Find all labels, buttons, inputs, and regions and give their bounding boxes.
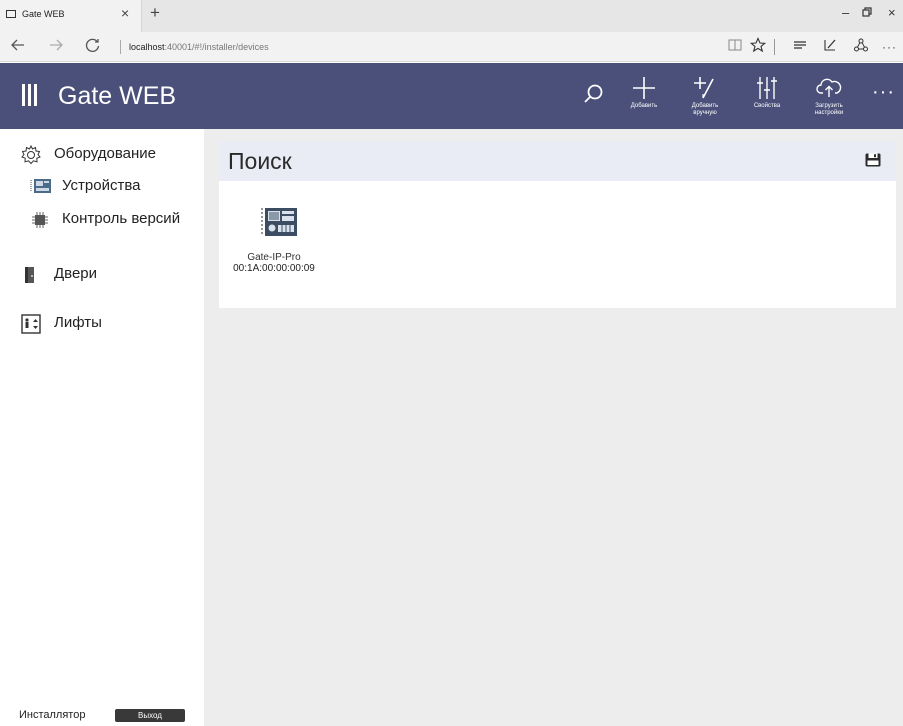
search-panel: Поиск Gate-IP-Pro 00:1A:00:00:00:09: [219, 141, 896, 308]
current-user-label: Инсталлятор: [19, 709, 86, 721]
search-icon: [584, 84, 603, 103]
favorites-star-icon[interactable]: [749, 37, 767, 57]
sidebar-item-label: Устройства: [62, 177, 141, 194]
url-field[interactable]: localhost:40001/#!/installer/devices: [120, 40, 269, 54]
add-button-label: Добавить: [630, 103, 658, 109]
sidebar-item-devices[interactable]: Устройства: [0, 172, 204, 200]
web-note-icon[interactable]: [822, 37, 838, 57]
share-icon[interactable]: [853, 37, 869, 57]
door-icon: [21, 265, 39, 283]
more-icon[interactable]: ···: [882, 40, 897, 54]
back-arrow-icon[interactable]: [10, 37, 26, 58]
device-name: Gate-IP-Pro: [247, 252, 301, 263]
hub-icon[interactable]: [792, 37, 808, 57]
browser-tab[interactable]: Gate WEB ×: [0, 0, 142, 32]
save-icon[interactable]: [865, 153, 881, 167]
sidebar-item-version-control[interactable]: Контроль версий: [0, 205, 204, 233]
add-manual-icon: [675, 75, 735, 103]
sliders-icon: [737, 75, 797, 103]
sidebar-item-label: Двери: [54, 265, 98, 282]
chip-icon: [30, 210, 48, 228]
hamburger-menu-icon[interactable]: [22, 84, 38, 106]
app-header: Gate WEB Добавить Добавить вручную Свойс…: [0, 63, 903, 129]
add-manual-button[interactable]: Добавить вручную: [675, 75, 735, 123]
sidebar-item-elevators[interactable]: Лифты: [0, 309, 204, 337]
add-button[interactable]: Добавить: [614, 75, 674, 123]
reading-view-icon[interactable]: [727, 37, 743, 57]
sidebar-item-doors[interactable]: Двери: [0, 260, 204, 288]
refresh-icon[interactable]: [85, 37, 101, 58]
add-manual-label-line2: вручную: [693, 110, 717, 116]
search-button[interactable]: [580, 81, 608, 109]
properties-button-label: Свойства: [753, 103, 781, 109]
sidebar-item-equipment[interactable]: Оборудование: [0, 140, 204, 168]
app-title: Gate WEB: [58, 82, 177, 110]
close-window-button[interactable]: ×: [888, 5, 896, 20]
browser-window: Gate WEB × + – × localhost:40001/#!/inst…: [0, 0, 903, 726]
plus-icon: [614, 75, 674, 103]
address-bar-row: localhost:40001/#!/installer/devices ···: [0, 32, 903, 62]
sidebar: Оборудование Устройства Контроль версий …: [0, 129, 204, 726]
add-manual-label-line1: Добавить: [691, 103, 719, 109]
page-title: Поиск: [228, 148, 292, 174]
sidebar-item-label: Контроль версий: [62, 210, 181, 227]
toolbar-divider: [774, 39, 775, 55]
minimize-button[interactable]: –: [842, 5, 849, 20]
more-actions-button[interactable]: ···: [872, 81, 895, 104]
device-card[interactable]: Gate-IP-Pro 00:1A:00:00:00:09: [219, 201, 329, 281]
restore-button[interactable]: [862, 5, 872, 20]
upload-settings-label-line1: Загрузить: [815, 103, 843, 109]
restore-icon: [862, 7, 872, 17]
properties-button[interactable]: Свойства: [737, 75, 797, 123]
main-content: Поиск Gate-IP-Pro 00:1A:00:00:00:09: [204, 129, 903, 726]
url-path: :40001/#!/installer/devices: [164, 42, 269, 52]
tab-close-icon[interactable]: ×: [121, 5, 129, 21]
browser-tab-strip: Gate WEB × + – ×: [0, 0, 903, 32]
logout-button[interactable]: Выход: [115, 709, 185, 722]
sidebar-item-label: Оборудование: [54, 145, 157, 162]
url-host: localhost: [129, 42, 165, 52]
device-board-icon: [259, 204, 301, 240]
circuit-board-icon: [30, 177, 51, 195]
upload-settings-label-line2: настройки: [814, 110, 844, 116]
device-mac: 00:1A:00:00:00:09: [233, 263, 315, 274]
forward-arrow-icon[interactable]: [48, 37, 64, 58]
tab-title: Gate WEB: [22, 9, 65, 19]
upload-settings-button[interactable]: Загрузить настройки: [799, 75, 859, 123]
tab-page-icon: [6, 10, 16, 18]
cloud-upload-icon: [799, 75, 859, 103]
elevator-icon: [21, 314, 41, 334]
search-panel-header: Поиск: [219, 141, 896, 181]
sidebar-item-label: Лифты: [54, 314, 102, 331]
new-tab-button[interactable]: +: [150, 3, 160, 23]
gear-icon: [21, 144, 41, 165]
